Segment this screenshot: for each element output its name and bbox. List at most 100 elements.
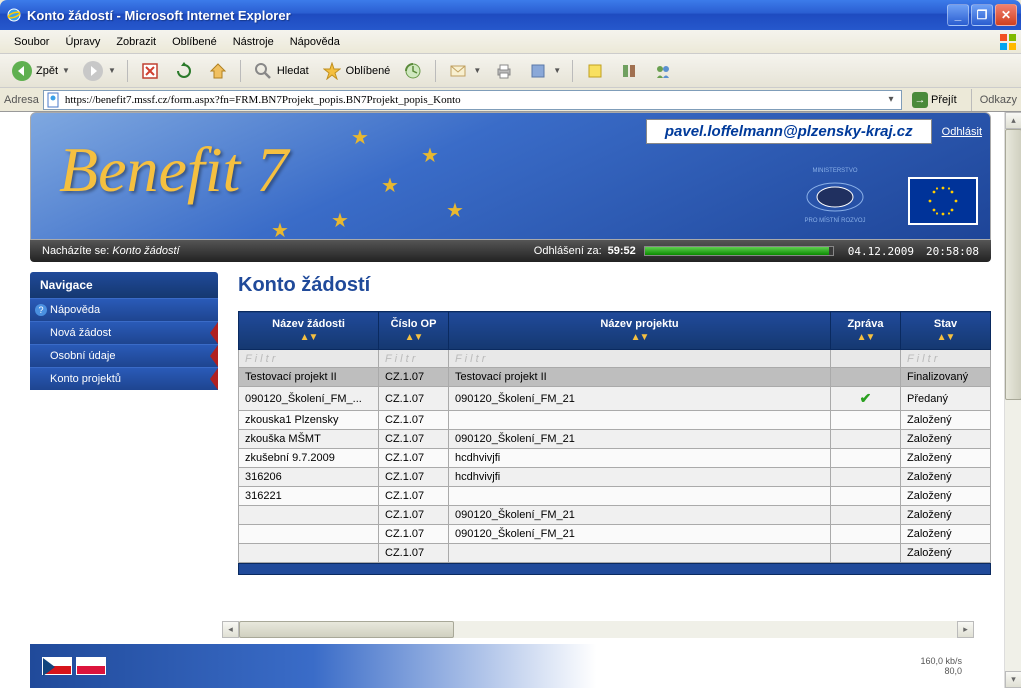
maximize-button[interactable]: ❐ <box>971 4 993 26</box>
mail-button[interactable]: ▼ <box>442 58 486 84</box>
table-row[interactable]: 316206CZ.1.07hcdhvivjfiZaložený <box>239 468 991 487</box>
address-dropdown-icon[interactable]: ▾ <box>883 94 899 105</box>
page-viewport: Benefit 7 ★ ★ ★ ★ ★ ★ pavel.loffelmann@p… <box>0 112 1021 688</box>
sidebar-item-2[interactable]: Osobní údaje <box>30 344 218 367</box>
horizontal-scrollbar[interactable]: ◂ ▸ <box>222 621 974 638</box>
scroll-right-button[interactable]: ▸ <box>957 621 974 638</box>
red-corner-icon <box>210 368 218 390</box>
table-row[interactable]: Testovací projekt IICZ.1.07Testovací pro… <box>239 368 991 387</box>
notes-icon <box>584 60 606 82</box>
sidebar-item-0[interactable]: ?Nápověda <box>30 298 218 321</box>
go-button[interactable]: → Přejít <box>906 90 963 110</box>
table-row[interactable]: zkušební 9.7.2009CZ.1.07hcdhvivjfiZalože… <box>239 449 991 468</box>
column-header[interactable]: Stav▲▼ <box>901 312 991 350</box>
polish-flag-icon[interactable] <box>76 657 106 675</box>
hscroll-track[interactable] <box>239 621 957 638</box>
scroll-up-button[interactable]: ▴ <box>1005 112 1021 129</box>
table-cell: zkouska1 Plzensky <box>239 411 379 430</box>
network-stats: 160,0 kb/s 80,0 <box>920 656 962 676</box>
menu-zobrazit[interactable]: Zobrazit <box>108 32 164 52</box>
address-input-wrap[interactable]: ▾ <box>43 90 902 110</box>
menu-napoveda[interactable]: Nápověda <box>282 32 348 52</box>
scroll-left-button[interactable]: ◂ <box>222 621 239 638</box>
sidebar-item-3[interactable]: Konto projektů <box>30 367 218 390</box>
net-value-2: 80,0 <box>920 666 962 676</box>
page-icon <box>46 92 62 108</box>
back-label: Zpět <box>36 65 58 77</box>
table-cell <box>831 368 901 387</box>
menu-upravy[interactable]: Úpravy <box>57 32 108 52</box>
vscroll-thumb[interactable] <box>1005 129 1021 400</box>
table-footer-bar <box>238 563 991 575</box>
stop-button[interactable] <box>134 58 166 84</box>
table-cell: 090120_Školení_FM_21 <box>449 387 831 411</box>
sidebar-item-1[interactable]: Nová žádost <box>30 321 218 344</box>
edit-icon <box>527 60 549 82</box>
table-row[interactable]: CZ.1.07090120_Školení_FM_21Založený <box>239 506 991 525</box>
menu-oblibene[interactable]: Oblíbené <box>164 32 225 52</box>
edit-button[interactable]: ▼ <box>522 58 566 84</box>
footer-band: 160,0 kb/s 80,0 <box>30 644 974 688</box>
search-button[interactable]: Hledat <box>247 58 314 84</box>
table-row[interactable]: CZ.1.07Založený <box>239 544 991 563</box>
table-row[interactable]: CZ.1.07090120_Školení_FM_21Založený <box>239 525 991 544</box>
menu-nastroje[interactable]: Nástroje <box>225 32 282 52</box>
column-header[interactable]: Název projektu▲▼ <box>449 312 831 350</box>
logout-link[interactable]: Odhlásit <box>942 126 982 138</box>
table-cell: 090120_Školení_FM_21 <box>449 430 831 449</box>
table-cell: 316206 <box>239 468 379 487</box>
filter-cell[interactable]: F i l t r <box>901 350 991 368</box>
table-row[interactable]: 090120_Školení_FM_...CZ.1.07090120_Škole… <box>239 387 991 411</box>
status-date: 04.12.2009 <box>848 245 914 258</box>
column-label: Číslo OP <box>391 318 437 330</box>
star-icon: ★ <box>331 208 349 233</box>
toolbar-separator <box>240 60 241 82</box>
czech-flag-icon[interactable] <box>42 657 72 675</box>
column-header[interactable]: Název žádosti▲▼ <box>239 312 379 350</box>
table-cell: Předaný <box>901 387 991 411</box>
links-label[interactable]: Odkazy <box>980 94 1017 106</box>
favorites-button[interactable]: Oblíbené <box>316 58 396 84</box>
home-button[interactable] <box>202 58 234 84</box>
countdown-value: 59:52 <box>608 245 636 257</box>
filter-cell[interactable]: F i l t r <box>379 350 449 368</box>
table-cell: ✔ <box>831 387 901 411</box>
star-icon: ★ <box>421 143 439 168</box>
research-button[interactable] <box>613 58 645 84</box>
minimize-button[interactable]: _ <box>947 4 969 26</box>
messenger-button[interactable] <box>647 58 679 84</box>
page-title: Konto žádostí <box>238 274 991 297</box>
print-button[interactable] <box>488 58 520 84</box>
forward-button[interactable]: ▼ <box>77 58 121 84</box>
menu-soubor[interactable]: Soubor <box>6 32 57 52</box>
table-cell: Založený <box>901 525 991 544</box>
table-cell: Testovací projekt II <box>239 368 379 387</box>
filter-cell[interactable] <box>831 350 901 368</box>
star-icon: ★ <box>271 218 289 240</box>
back-button[interactable]: Zpět ▼ <box>6 58 75 84</box>
hscroll-thumb[interactable] <box>239 621 454 638</box>
history-button[interactable] <box>397 58 429 84</box>
column-header[interactable]: Číslo OP ▲▼ <box>379 312 449 350</box>
sort-arrows-icon: ▲▼ <box>387 332 440 343</box>
vertical-scrollbar[interactable]: ▴ ▾ <box>1004 112 1021 688</box>
table-row[interactable]: zkouška MŠMTCZ.1.07090120_Školení_FM_21Z… <box>239 430 991 449</box>
red-corner-icon <box>210 345 218 367</box>
table-cell <box>831 487 901 506</box>
window-title: Konto žádostí - Microsoft Internet Explo… <box>27 8 947 23</box>
filter-cell[interactable]: F i l t r <box>449 350 831 368</box>
scroll-down-button[interactable]: ▾ <box>1005 671 1021 688</box>
table-cell: CZ.1.07 <box>379 449 449 468</box>
menubar: Soubor Úpravy Zobrazit Oblíbené Nástroje… <box>0 30 1021 54</box>
messenger-icon <box>652 60 674 82</box>
column-header[interactable]: Zpráva▲▼ <box>831 312 901 350</box>
filter-cell[interactable]: F i l t r <box>239 350 379 368</box>
address-input[interactable] <box>65 94 883 106</box>
refresh-button[interactable] <box>168 58 200 84</box>
table-row[interactable]: 316221CZ.1.07Založený <box>239 487 991 506</box>
table-row[interactable]: zkouska1 PlzenskyCZ.1.07Založený <box>239 411 991 430</box>
star-icon <box>321 60 343 82</box>
table-cell: Založený <box>901 449 991 468</box>
notes-button[interactable] <box>579 58 611 84</box>
close-button[interactable]: ✕ <box>995 4 1017 26</box>
